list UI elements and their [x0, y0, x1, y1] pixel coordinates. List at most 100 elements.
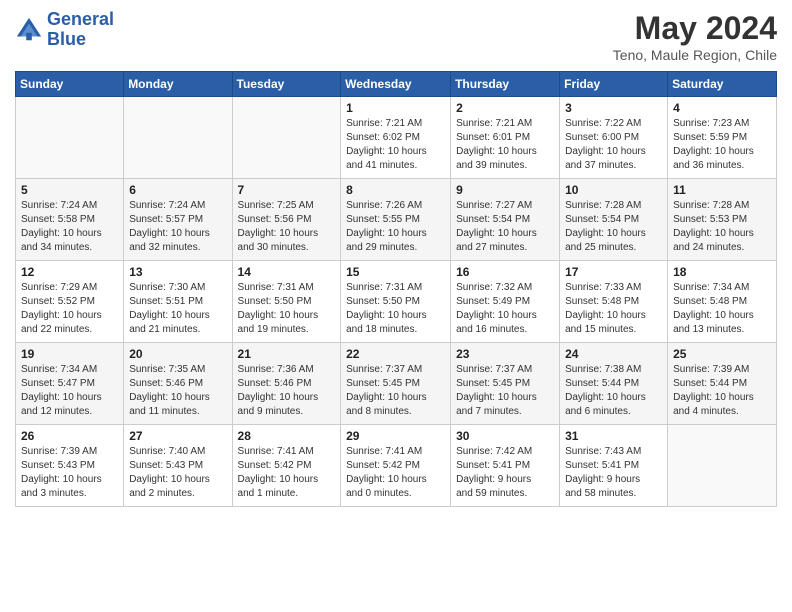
header-cell-wednesday: Wednesday [341, 72, 451, 97]
day-number: 25 [673, 347, 771, 361]
day-number: 23 [456, 347, 554, 361]
header-cell-friday: Friday [560, 72, 668, 97]
day-info: Sunrise: 7:24 AM Sunset: 5:57 PM Dayligh… [129, 199, 226, 255]
day-info: Sunrise: 7:32 AM Sunset: 5:49 PM Dayligh… [456, 281, 554, 337]
day-info: Sunrise: 7:34 AM Sunset: 5:47 PM Dayligh… [21, 363, 118, 419]
day-number: 21 [238, 347, 336, 361]
calendar-cell: 16 Sunrise: 7:32 AM Sunset: 5:49 PM Dayli… [451, 261, 560, 343]
calendar-cell: 7 Sunrise: 7:25 AM Sunset: 5:56 PM Daylig… [232, 179, 341, 261]
day-info: Sunrise: 7:29 AM Sunset: 5:52 PM Dayligh… [21, 281, 118, 337]
calendar-cell: 24Sunrise: 7:38 AM Sunset: 5:44 PM Dayli… [560, 343, 668, 425]
calendar-cell: 21 Sunrise: 7:36 AM Sunset: 5:46 PM Dayli… [232, 343, 341, 425]
calendar-cell: 13 Sunrise: 7:30 AM Sunset: 5:51 PM Dayli… [124, 261, 232, 343]
calendar-cell [16, 97, 124, 179]
logo-icon [15, 16, 43, 44]
calendar-cell: 15 Sunrise: 7:31 AM Sunset: 5:50 PM Dayli… [341, 261, 451, 343]
logo-line2: Blue [47, 30, 114, 50]
calendar-cell: 11 Sunrise: 7:28 AM Sunset: 5:53 PM Dayli… [668, 179, 777, 261]
day-number: 20 [129, 347, 226, 361]
calendar-cell: 30Sunrise: 7:42 AM Sunset: 5:41 PM Dayli… [451, 425, 560, 507]
header-cell-saturday: Saturday [668, 72, 777, 97]
calendar-cell: 12 Sunrise: 7:29 AM Sunset: 5:52 PM Dayli… [16, 261, 124, 343]
calendar-cell: 8Sunrise: 7:26 AM Sunset: 5:55 PM Daylig… [341, 179, 451, 261]
title-block: May 2024 Teno, Maule Region, Chile [613, 10, 777, 63]
calendar-cell: 26 Sunrise: 7:39 AM Sunset: 5:43 PM Dayli… [16, 425, 124, 507]
week-row-2: 5 Sunrise: 7:24 AM Sunset: 5:58 PM Daylig… [16, 179, 777, 261]
day-number: 7 [238, 183, 336, 197]
calendar-table: SundayMondayTuesdayWednesdayThursdayFrid… [15, 71, 777, 507]
header-cell-thursday: Thursday [451, 72, 560, 97]
day-info: Sunrise: 7:21 AM Sunset: 6:01 PM Dayligh… [456, 117, 554, 173]
day-info: Sunrise: 7:24 AM Sunset: 5:58 PM Dayligh… [21, 199, 118, 255]
week-row-5: 26 Sunrise: 7:39 AM Sunset: 5:43 PM Dayli… [16, 425, 777, 507]
day-number: 14 [238, 265, 336, 279]
day-info: Sunrise: 7:41 AM Sunset: 5:42 PM Dayligh… [238, 445, 336, 501]
calendar-cell: 29 Sunrise: 7:41 AM Sunset: 5:42 PM Dayli… [341, 425, 451, 507]
calendar-body: 1 Sunrise: 7:21 AM Sunset: 6:02 PM Daylig… [16, 97, 777, 507]
day-info: Sunrise: 7:37 AM Sunset: 5:45 PM Dayligh… [456, 363, 554, 419]
calendar-cell: 28 Sunrise: 7:41 AM Sunset: 5:42 PM Dayli… [232, 425, 341, 507]
header: General Blue May 2024 Teno, Maule Region… [15, 10, 777, 63]
day-number: 4 [673, 101, 771, 115]
day-number: 5 [21, 183, 118, 197]
day-info: Sunrise: 7:28 AM Sunset: 5:53 PM Dayligh… [673, 199, 771, 255]
calendar-cell: 3 Sunrise: 7:22 AM Sunset: 6:00 PM Daylig… [560, 97, 668, 179]
day-number: 10 [565, 183, 662, 197]
day-info: Sunrise: 7:41 AM Sunset: 5:42 PM Dayligh… [346, 445, 445, 501]
calendar-cell [232, 97, 341, 179]
day-info: Sunrise: 7:25 AM Sunset: 5:56 PM Dayligh… [238, 199, 336, 255]
calendar-cell: 23 Sunrise: 7:37 AM Sunset: 5:45 PM Dayli… [451, 343, 560, 425]
day-number: 3 [565, 101, 662, 115]
day-info: Sunrise: 7:28 AM Sunset: 5:54 PM Dayligh… [565, 199, 662, 255]
calendar-cell: 18Sunrise: 7:34 AM Sunset: 5:48 PM Dayli… [668, 261, 777, 343]
day-info: Sunrise: 7:21 AM Sunset: 6:02 PM Dayligh… [346, 117, 445, 173]
calendar-cell: 20 Sunrise: 7:35 AM Sunset: 5:46 PM Dayli… [124, 343, 232, 425]
day-info: Sunrise: 7:30 AM Sunset: 5:51 PM Dayligh… [129, 281, 226, 337]
day-number: 29 [346, 429, 445, 443]
day-info: Sunrise: 7:36 AM Sunset: 5:46 PM Dayligh… [238, 363, 336, 419]
calendar-cell: 27Sunrise: 7:40 AM Sunset: 5:43 PM Dayli… [124, 425, 232, 507]
calendar-cell: 17 Sunrise: 7:33 AM Sunset: 5:48 PM Dayli… [560, 261, 668, 343]
week-row-3: 12 Sunrise: 7:29 AM Sunset: 5:52 PM Dayli… [16, 261, 777, 343]
day-number: 16 [456, 265, 554, 279]
calendar-cell [124, 97, 232, 179]
header-cell-tuesday: Tuesday [232, 72, 341, 97]
calendar-cell: 9Sunrise: 7:27 AM Sunset: 5:54 PM Daylig… [451, 179, 560, 261]
day-number: 28 [238, 429, 336, 443]
day-number: 9 [456, 183, 554, 197]
day-info: Sunrise: 7:33 AM Sunset: 5:48 PM Dayligh… [565, 281, 662, 337]
day-number: 26 [21, 429, 118, 443]
day-info: Sunrise: 7:39 AM Sunset: 5:43 PM Dayligh… [21, 445, 118, 501]
header-cell-sunday: Sunday [16, 72, 124, 97]
day-number: 6 [129, 183, 226, 197]
calendar-cell: 25Sunrise: 7:39 AM Sunset: 5:44 PM Dayli… [668, 343, 777, 425]
day-number: 30 [456, 429, 554, 443]
calendar-cell: 2Sunrise: 7:21 AM Sunset: 6:01 PM Daylig… [451, 97, 560, 179]
location: Teno, Maule Region, Chile [613, 47, 777, 63]
day-info: Sunrise: 7:22 AM Sunset: 6:00 PM Dayligh… [565, 117, 662, 173]
day-number: 8 [346, 183, 445, 197]
calendar-cell: 31Sunrise: 7:43 AM Sunset: 5:41 PM Dayli… [560, 425, 668, 507]
calendar-cell: 1 Sunrise: 7:21 AM Sunset: 6:02 PM Daylig… [341, 97, 451, 179]
logo: General Blue [15, 10, 114, 50]
day-number: 13 [129, 265, 226, 279]
calendar-cell: 6 Sunrise: 7:24 AM Sunset: 5:57 PM Daylig… [124, 179, 232, 261]
calendar-cell: 22 Sunrise: 7:37 AM Sunset: 5:45 PM Dayli… [341, 343, 451, 425]
day-info: Sunrise: 7:31 AM Sunset: 5:50 PM Dayligh… [238, 281, 336, 337]
logo-line1: General [47, 10, 114, 30]
day-info: Sunrise: 7:31 AM Sunset: 5:50 PM Dayligh… [346, 281, 445, 337]
page: General Blue May 2024 Teno, Maule Region… [0, 0, 792, 517]
day-number: 17 [565, 265, 662, 279]
day-number: 1 [346, 101, 445, 115]
day-number: 15 [346, 265, 445, 279]
day-info: Sunrise: 7:38 AM Sunset: 5:44 PM Dayligh… [565, 363, 662, 419]
day-number: 11 [673, 183, 771, 197]
day-number: 22 [346, 347, 445, 361]
day-info: Sunrise: 7:37 AM Sunset: 5:45 PM Dayligh… [346, 363, 445, 419]
header-row: SundayMondayTuesdayWednesdayThursdayFrid… [16, 72, 777, 97]
day-info: Sunrise: 7:35 AM Sunset: 5:46 PM Dayligh… [129, 363, 226, 419]
day-number: 12 [21, 265, 118, 279]
week-row-4: 19Sunrise: 7:34 AM Sunset: 5:47 PM Dayli… [16, 343, 777, 425]
logo-text: General Blue [47, 10, 114, 50]
calendar-cell: 5 Sunrise: 7:24 AM Sunset: 5:58 PM Daylig… [16, 179, 124, 261]
